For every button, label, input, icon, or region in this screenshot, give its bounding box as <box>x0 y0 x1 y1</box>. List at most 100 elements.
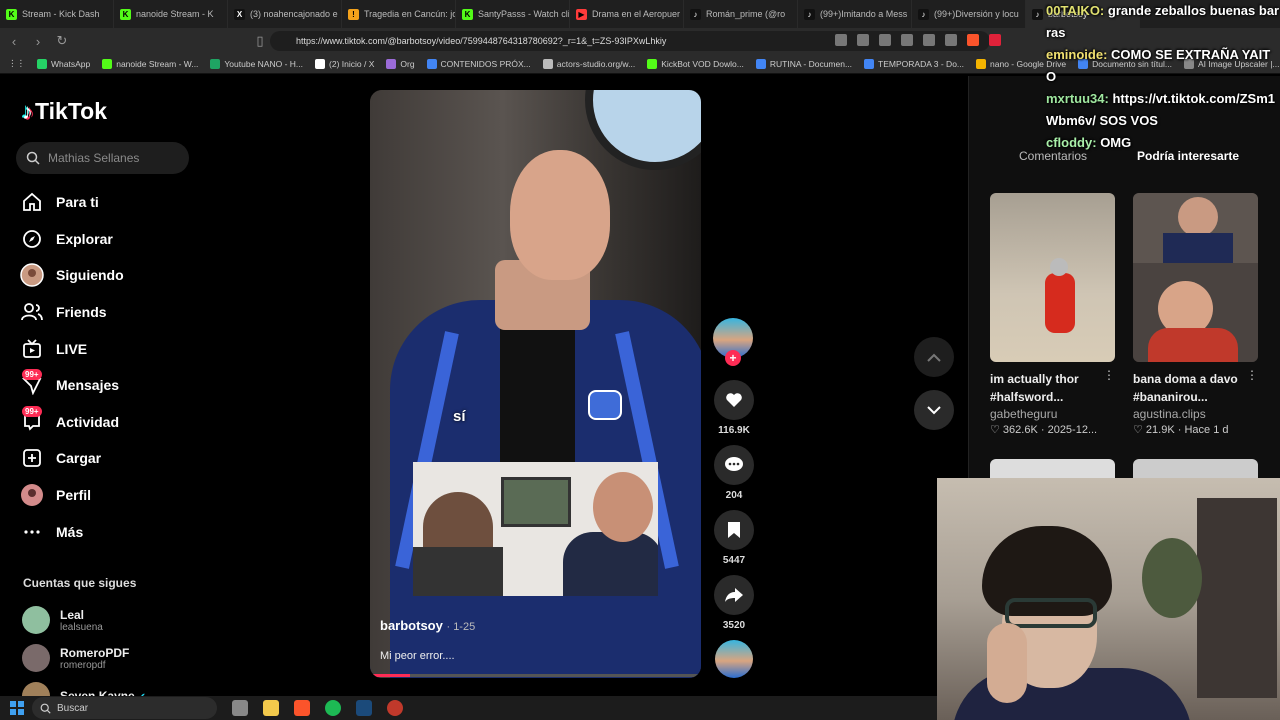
browser-tab[interactable]: ▶ Drama en el Aeropuer <box>570 0 684 28</box>
nav-item-upload[interactable]: Cargar <box>20 440 124 477</box>
nav-item-live[interactable]: LIVE <box>20 330 124 367</box>
browser-tab[interactable]: ♪ (99+)Diversión y locu <box>912 0 1026 28</box>
video-thumbnail[interactable] <box>1133 193 1258 362</box>
bookmark-item[interactable]: nanoide Stream - W... <box>96 58 204 69</box>
bookmark-favicon-icon <box>37 58 47 69</box>
bookmark-item[interactable]: TEMPORADA 3 - Do... <box>858 58 970 69</box>
bookmark-item[interactable]: actors-studio.org/w... <box>537 58 641 69</box>
nav-item-more[interactable]: Más <box>20 513 124 550</box>
nav-item-messages[interactable]: 99+ Mensajes <box>20 367 124 404</box>
nav-item-activity[interactable]: 99+ Actividad <box>20 404 124 441</box>
bookmark-item[interactable]: WhatsApp <box>31 58 96 69</box>
windows-start-icon[interactable] <box>10 701 24 715</box>
browser-tab[interactable]: ♪ Román_prime (@ro <box>684 0 798 28</box>
obs-icon[interactable] <box>387 700 403 716</box>
save-count: 5447 <box>722 555 746 566</box>
bookmark-item[interactable]: RUTINA - Documen... <box>750 58 858 69</box>
video-description[interactable]: Mi peor error.... <box>380 650 455 662</box>
zoom-icon[interactable] <box>879 34 891 46</box>
next-video-button[interactable] <box>914 390 954 430</box>
browser-tab[interactable]: K Stream - Kick Dash <box>0 0 114 28</box>
bookmark-item[interactable]: CONTENIDOS PRÓX... <box>421 58 537 69</box>
chat-message: 00TAIKO: grande zeballos buenas barras <box>1046 0 1280 44</box>
browser-tab[interactable]: X (3) noahencajonado e <box>228 0 342 28</box>
follow-plus-icon[interactable]: + <box>725 350 741 366</box>
streamer-webcam <box>937 478 1280 720</box>
comment-icon[interactable] <box>714 445 754 485</box>
recommended-card[interactable]: bana doma a davo #bananirou... agustina.… <box>1133 193 1258 436</box>
card-title[interactable]: bana doma a davo #bananirou... <box>1133 370 1251 406</box>
chat-message: eminoide: COMO SE EXTRAÑA YAITO <box>1046 44 1280 88</box>
tiktok-logo[interactable]: ♪ TikTok <box>22 98 107 125</box>
nav-item-profile[interactable]: Perfil <box>20 477 124 514</box>
stream-chat-overlay: 00TAIKO: grande zeballos buenas barras em… <box>1046 0 1280 154</box>
bookmark-item[interactable]: Org <box>380 58 420 69</box>
video-player[interactable]: sí barbotsoy · 1-25 Mi peor error.... <box>370 90 701 678</box>
browser-tab-label: (99+)Imitando a Mess <box>820 9 908 19</box>
like-action[interactable]: 116.9K <box>713 380 755 436</box>
video-thumbnail[interactable] <box>1133 459 1258 479</box>
reload-icon[interactable]: ↻ <box>52 31 72 51</box>
bookmark-icon[interactable]: ▯ <box>250 31 270 51</box>
sound-avatar[interactable] <box>715 640 753 678</box>
music-disc[interactable] <box>713 640 755 678</box>
following-account[interactable]: Leal lealsuena <box>22 606 103 634</box>
search-input[interactable]: Mathias Sellanes <box>16 142 189 174</box>
bookmark-label: KickBot VOD Dowlo... <box>661 58 744 69</box>
bookmark-icon[interactable] <box>714 510 754 550</box>
extension-icon[interactable] <box>901 34 913 46</box>
bookmark-item[interactable]: KickBot VOD Dowlo... <box>641 58 750 69</box>
browser-tab-label: nanoide Stream - K <box>136 9 214 19</box>
nav-item-label: Cargar <box>56 450 102 467</box>
share-icon[interactable] <box>714 575 754 615</box>
comment-action[interactable]: 204 <box>713 445 755 501</box>
browser-tab[interactable]: ♪ (99+)Imitando a Mess <box>798 0 912 28</box>
video-thumbnail[interactable] <box>990 193 1115 362</box>
card-likes: 21.9K <box>1145 424 1175 436</box>
steam-icon[interactable] <box>356 700 372 716</box>
more-options-icon[interactable]: ⋮ <box>1103 368 1115 382</box>
save-action[interactable]: 5447 <box>713 510 755 566</box>
rewards-icon[interactable] <box>989 34 1001 46</box>
task-view-icon[interactable] <box>232 700 248 716</box>
share-action[interactable]: 3520 <box>713 575 755 631</box>
spotify-icon[interactable] <box>325 700 341 716</box>
search-icon <box>26 151 40 165</box>
card-user[interactable]: gabetheguru <box>990 407 1115 421</box>
file-explorer-icon[interactable] <box>263 700 279 716</box>
card-title[interactable]: im actually thor #halfsword... <box>990 370 1108 406</box>
heart-icon[interactable] <box>714 380 754 420</box>
extension-icon[interactable] <box>857 34 869 46</box>
video-author[interactable]: barbotsoy · 1-25 <box>380 618 475 633</box>
bookmark-item[interactable]: Youtube NANO - H... <box>204 58 309 69</box>
extension-icon[interactable] <box>835 34 847 46</box>
creator-avatar[interactable]: + <box>713 318 753 366</box>
bookmark-item[interactable]: (2) Inicio / X <box>309 58 380 69</box>
video-thumbnail[interactable] <box>990 459 1115 479</box>
nav-item-compass[interactable]: Explorar <box>20 221 124 258</box>
extension-icon[interactable] <box>945 34 957 46</box>
browser-tab-label: Román_prime (@ro <box>706 9 786 19</box>
nav-item-avatar[interactable]: Siguiendo <box>20 257 124 294</box>
card-user[interactable]: agustina.clips <box>1133 407 1258 421</box>
tab-favicon-icon: K <box>6 8 17 20</box>
browser-tab[interactable]: ! Tragedia en Cancún: jo <box>342 0 456 28</box>
previous-video-button[interactable] <box>914 337 954 377</box>
more-options-icon[interactable]: ⋮ <box>1246 368 1258 382</box>
forward-icon[interactable]: › <box>28 31 48 51</box>
main-nav: Para ti Explorar Siguiendo Friends LIVE 99+ Me… <box>20 184 124 550</box>
apps-icon[interactable]: ⋮⋮ <box>0 58 31 69</box>
browser-tab[interactable]: K SantyPasss - Watch cli <box>456 0 570 28</box>
browser-tab[interactable]: Knanoide Stream - K <box>114 0 228 28</box>
brave-icon[interactable] <box>967 34 979 46</box>
back-icon[interactable]: ‹ <box>4 31 24 51</box>
nav-item-friends[interactable]: Friends <box>20 294 124 331</box>
recommended-card[interactable]: im actually thor #halfsword... gabethegu… <box>990 193 1115 436</box>
taskbar-search[interactable]: Buscar <box>32 697 217 719</box>
following-account[interactable]: RomeroPDF romeropdf <box>22 644 129 672</box>
brave-browser-icon[interactable] <box>294 700 310 716</box>
nav-item-home[interactable]: Para ti <box>20 184 124 221</box>
nav-item-label: LIVE <box>56 340 88 357</box>
video-progress-bar[interactable] <box>370 674 701 677</box>
share-icon[interactable] <box>923 34 935 46</box>
